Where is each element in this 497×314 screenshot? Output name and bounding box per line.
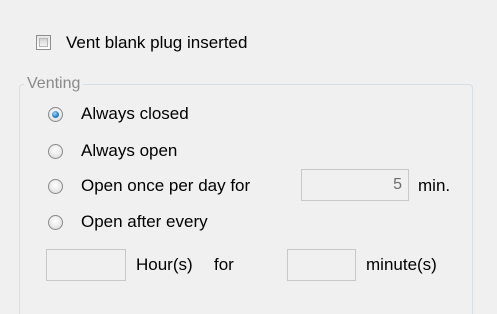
open-after-every-radio[interactable] <box>48 215 63 230</box>
hours-label: Hour(s) <box>136 255 193 274</box>
open-once-per-day-label[interactable]: Open once per day for <box>81 176 250 196</box>
minutes-label: minute(s) <box>366 255 437 274</box>
always-closed-label[interactable]: Always closed <box>81 104 189 124</box>
after-every-minutes-input[interactable] <box>287 249 356 281</box>
once-per-day-minutes-input[interactable]: 5 <box>301 169 409 201</box>
vent-blank-plug-checkbox[interactable] <box>36 35 51 50</box>
vent-blank-plug-label[interactable]: Vent blank plug inserted <box>66 33 247 53</box>
open-after-every-label[interactable]: Open after every <box>81 212 208 232</box>
minutes-unit-label: min. <box>418 176 451 195</box>
always-open-label[interactable]: Always open <box>81 141 177 161</box>
after-every-hours-input[interactable] <box>46 249 126 281</box>
for-label: for <box>214 255 234 274</box>
always-open-radio[interactable] <box>48 144 63 159</box>
venting-group-label: Venting <box>24 74 84 94</box>
open-once-per-day-radio[interactable] <box>48 179 63 194</box>
always-closed-radio[interactable] <box>48 107 63 122</box>
